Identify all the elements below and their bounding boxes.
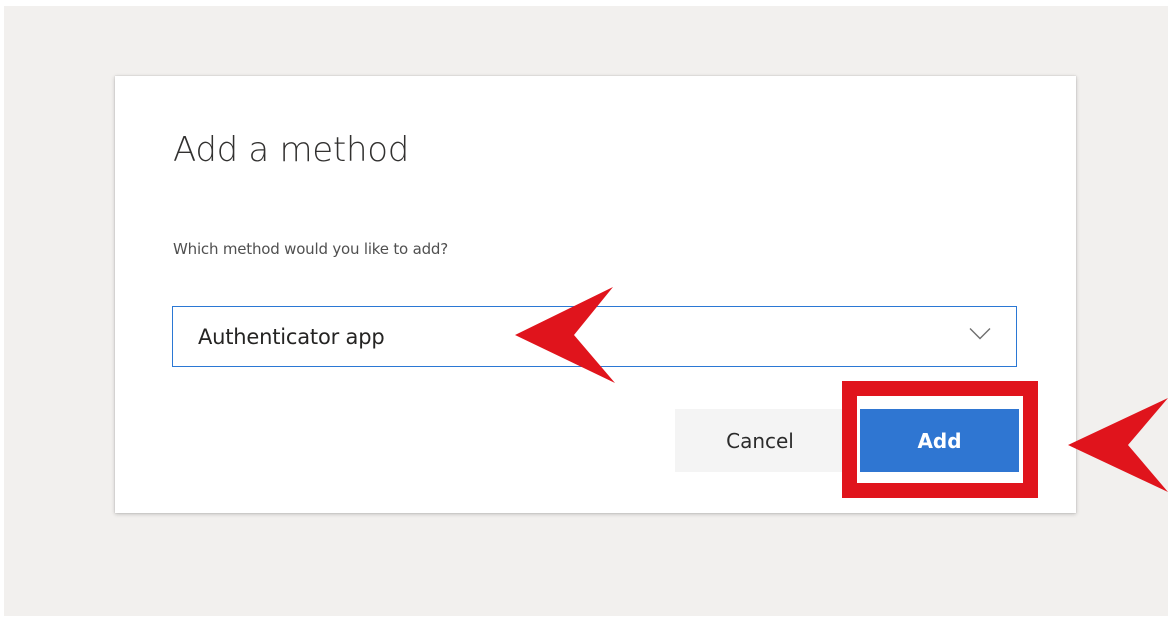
add-method-dialog: Add a method Which method would you like… [115,76,1076,513]
dialog-title: Add a method [173,130,409,170]
method-select-value: Authenticator app [198,325,385,349]
method-prompt-label: Which method would you like to add? [173,240,448,258]
chevron-down-icon [969,328,991,340]
add-button[interactable]: Add [860,409,1019,472]
method-select[interactable]: Authenticator app [172,306,1017,367]
screenshot-stage: Add a method Which method would you like… [0,0,1168,622]
cancel-button[interactable]: Cancel [675,409,845,472]
